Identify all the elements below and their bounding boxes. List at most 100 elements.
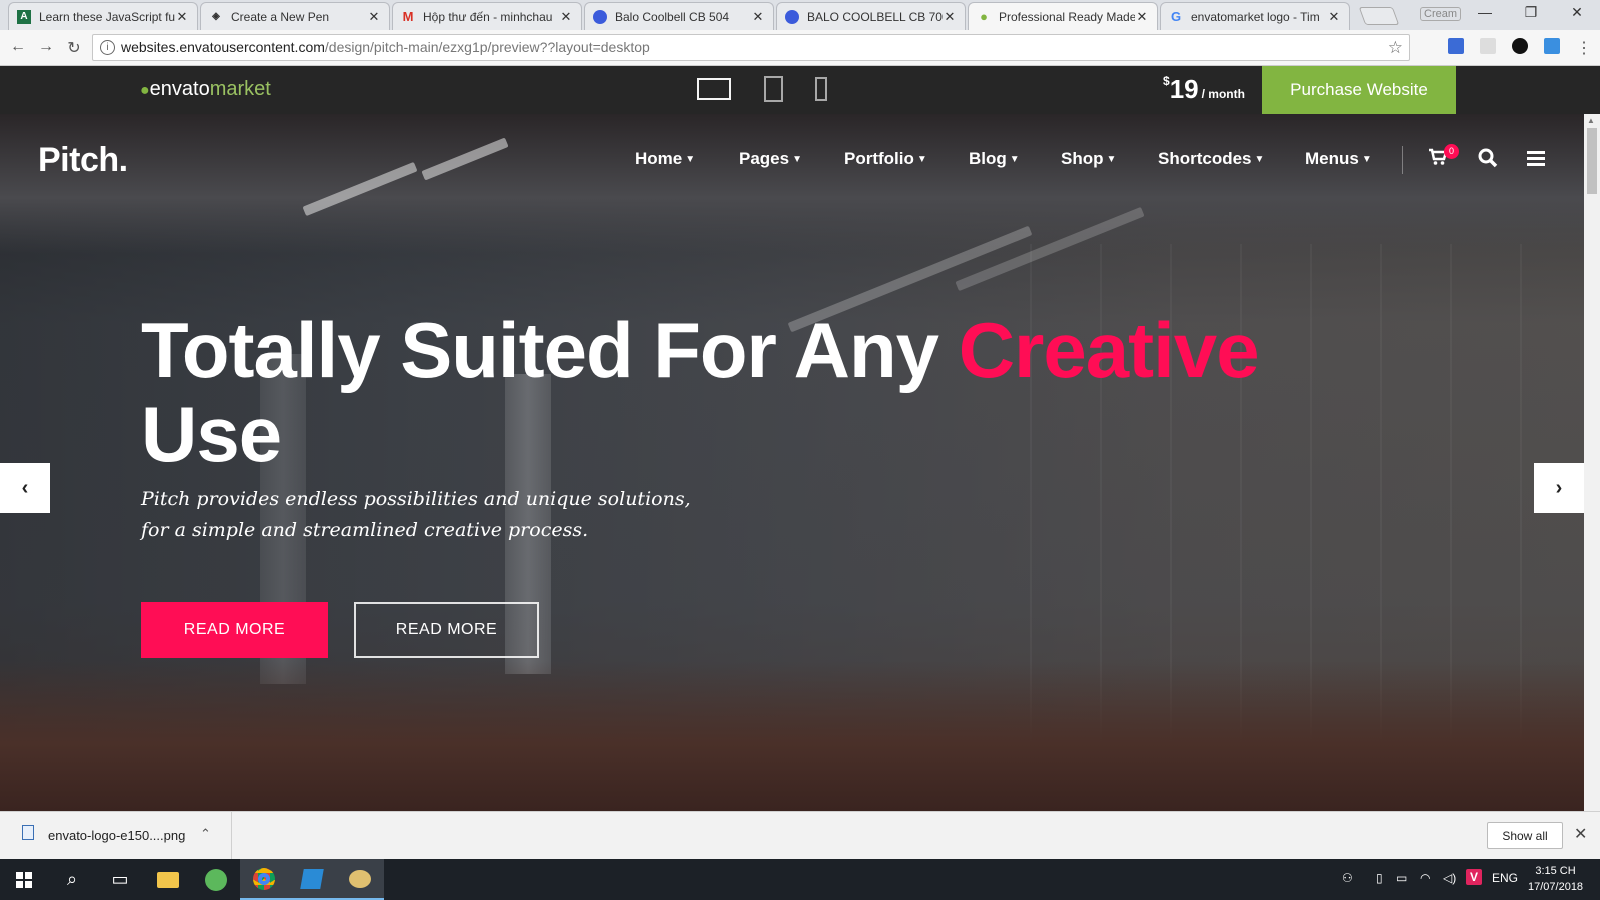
tab-javascript[interactable]: A Learn these JavaScript fu ✕ bbox=[8, 2, 198, 30]
close-icon[interactable]: ✕ bbox=[175, 9, 189, 25]
restore-icon[interactable]: ❐ bbox=[1508, 4, 1554, 21]
chevron-down-icon: ▼ bbox=[792, 154, 802, 165]
tab-balo-504[interactable]: Balo Coolbell CB 504 ✕ bbox=[584, 2, 774, 30]
scroll-up-icon[interactable]: ▲ bbox=[1587, 116, 1595, 125]
mobile-view-icon[interactable] bbox=[815, 77, 827, 101]
page-scrollbar[interactable]: ▲ bbox=[1584, 114, 1600, 811]
profile-button[interactable]: Cream bbox=[1420, 7, 1462, 21]
bookmark-extension-icon[interactable] bbox=[1448, 38, 1464, 54]
extension-icon[interactable] bbox=[1512, 38, 1528, 54]
price-label: $19/ month bbox=[1163, 74, 1245, 105]
menu-dots-icon[interactable]: ⋮ bbox=[1574, 38, 1594, 58]
shop-icon bbox=[785, 9, 799, 24]
address-bar[interactable]: i websites.envatousercontent.com/design/… bbox=[92, 34, 1410, 61]
forward-icon[interactable]: → bbox=[36, 38, 56, 56]
shop-icon bbox=[593, 9, 607, 24]
read-more-primary-button[interactable]: READ MORE bbox=[141, 602, 328, 658]
tablet-view-icon[interactable] bbox=[764, 76, 783, 102]
chevron-down-icon: ▼ bbox=[1009, 154, 1020, 165]
search-icon[interactable]: ⌕ bbox=[48, 859, 96, 900]
envato-leaf-icon: ● bbox=[980, 9, 988, 24]
people-icon[interactable]: ⚇ bbox=[1342, 871, 1353, 885]
tab-title: Learn these JavaScript fu bbox=[39, 9, 175, 24]
vscode-icon[interactable] bbox=[288, 859, 336, 900]
clock-time: 3:15 CH bbox=[1535, 865, 1576, 877]
reload-icon[interactable]: ↻ bbox=[64, 38, 84, 58]
close-icon[interactable]: ✕ bbox=[1135, 9, 1149, 25]
url-host: websites.envatousercontent.com bbox=[121, 39, 325, 55]
slider-next-arrow-icon[interactable]: › bbox=[1534, 463, 1584, 513]
download-item[interactable]: envato-logo-e150....png ⌃ bbox=[0, 812, 232, 859]
language-indicator[interactable]: ENG bbox=[1492, 871, 1518, 885]
hamburger-menu-icon[interactable] bbox=[1527, 150, 1545, 171]
purchase-website-button[interactable]: Purchase Website bbox=[1262, 66, 1456, 114]
close-icon[interactable]: ✕ bbox=[943, 9, 957, 25]
google-icon: G bbox=[1170, 9, 1182, 24]
tab-title: Create a New Pen bbox=[231, 9, 330, 24]
url-path: /design/pitch-main/ezxg1p/preview??layou… bbox=[324, 39, 650, 55]
device-icon[interactable]: ▯ bbox=[1376, 871, 1383, 885]
nav-shop[interactable]: Shop ▼ bbox=[1061, 149, 1116, 169]
file-explorer-icon[interactable] bbox=[144, 859, 192, 900]
vivaldi-icon[interactable]: V bbox=[1466, 869, 1482, 885]
clock[interactable]: 3:15 CH 17/07/2018 bbox=[1528, 863, 1583, 895]
download-file-name: envato-logo-e150....png bbox=[48, 828, 186, 843]
sheet-icon: A bbox=[17, 9, 31, 24]
nav-shortcodes[interactable]: Shortcodes ▼ bbox=[1158, 149, 1264, 169]
hero-subtext: Pitch provides endless possibilities and… bbox=[141, 484, 691, 546]
tab-codepen[interactable]: ◈ Create a New Pen ✕ bbox=[200, 2, 390, 30]
close-icon[interactable]: ✕ bbox=[1574, 824, 1587, 844]
info-icon[interactable]: i bbox=[100, 40, 115, 55]
nav-label: Menus bbox=[1305, 149, 1359, 168]
desktop-view-icon[interactable] bbox=[697, 78, 731, 100]
site-logo[interactable]: Pitch. bbox=[38, 141, 128, 180]
bookmark-star-icon[interactable]: ☆ bbox=[1388, 35, 1403, 60]
tab-google-search[interactable]: G envatomarket logo - Tim ✕ bbox=[1160, 2, 1350, 30]
envato-preview-bar: ●envatomarket $19/ month Purchase Websit… bbox=[0, 66, 1600, 114]
show-all-button[interactable]: Show all bbox=[1487, 822, 1563, 849]
price-period: / month bbox=[1201, 87, 1245, 101]
paint-app-icon[interactable] bbox=[336, 859, 384, 900]
nav-label: Shortcodes bbox=[1158, 149, 1252, 168]
scrollbar-thumb[interactable] bbox=[1587, 128, 1597, 194]
slider-prev-arrow-icon[interactable]: ‹ bbox=[0, 463, 50, 513]
close-icon[interactable]: ✕ bbox=[367, 9, 381, 25]
envato-market-logo[interactable]: ●envatomarket bbox=[140, 78, 271, 101]
tab-title: BALO COOLBELL CB 7007 bbox=[807, 9, 943, 24]
nav-pages[interactable]: Pages ▼ bbox=[739, 149, 802, 169]
background-floor bbox=[0, 661, 1584, 811]
chrome-icon[interactable] bbox=[240, 859, 288, 900]
subtext-line: Pitch provides endless possibilities and… bbox=[141, 488, 691, 510]
search-icon[interactable] bbox=[1478, 148, 1498, 173]
chevron-up-icon[interactable]: ⌃ bbox=[200, 826, 211, 842]
nav-label: Blog bbox=[969, 149, 1007, 168]
tab-pitch-active[interactable]: ● Professional Ready Made ✕ bbox=[968, 2, 1158, 30]
chevron-down-icon: ▼ bbox=[1254, 154, 1265, 165]
nav-blog[interactable]: Blog ▼ bbox=[969, 149, 1020, 169]
task-view-icon[interactable]: ▭ bbox=[96, 859, 144, 900]
close-icon[interactable]: ✕ bbox=[1327, 9, 1341, 25]
extension-icon[interactable] bbox=[1544, 38, 1560, 54]
nav-home[interactable]: Home ▼ bbox=[635, 149, 695, 169]
tab-balo-7007[interactable]: BALO COOLBELL CB 7007 ✕ bbox=[776, 2, 966, 30]
logo-sub: market bbox=[209, 78, 271, 100]
extension-icon[interactable] bbox=[1480, 38, 1496, 54]
browser-toolbar: ← → ↻ i websites.envatousercontent.com/d… bbox=[0, 30, 1600, 66]
headline-main: Totally Suited For Any bbox=[141, 306, 959, 394]
close-icon[interactable]: ✕ bbox=[559, 9, 573, 25]
back-icon[interactable]: ← bbox=[8, 38, 28, 56]
wifi-icon[interactable]: ◠ bbox=[1420, 871, 1430, 885]
tab-gmail[interactable]: M Hộp thư đến - minhchau ✕ bbox=[392, 2, 582, 30]
battery-icon[interactable]: ▭ bbox=[1396, 871, 1407, 885]
volume-icon[interactable]: ◁) bbox=[1443, 871, 1456, 885]
close-window-icon[interactable]: ✕ bbox=[1554, 4, 1600, 21]
read-more-secondary-button[interactable]: READ MORE bbox=[354, 602, 539, 658]
nav-menus[interactable]: Menus ▼ bbox=[1305, 149, 1372, 169]
hero-headline: Totally Suited For Any Creative Use bbox=[141, 306, 1260, 476]
close-icon[interactable]: ✕ bbox=[751, 9, 765, 25]
app-icon[interactable] bbox=[192, 859, 240, 900]
minimize-icon[interactable]: — bbox=[1462, 4, 1508, 20]
nav-portfolio[interactable]: Portfolio ▼ bbox=[844, 149, 927, 169]
new-tab-button[interactable] bbox=[1358, 7, 1400, 25]
windows-start-icon[interactable] bbox=[0, 859, 48, 900]
